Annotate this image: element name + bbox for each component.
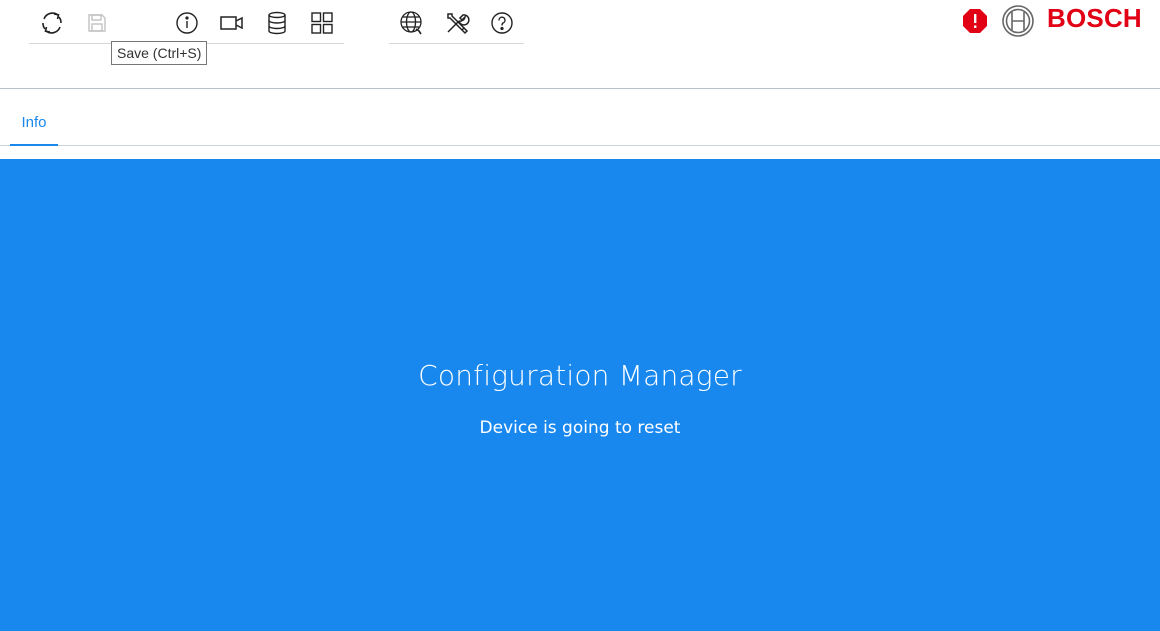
reload-button[interactable] <box>36 7 68 39</box>
page-title: Configuration Manager <box>418 359 742 392</box>
info-button[interactable] <box>171 7 203 39</box>
help-icon <box>491 12 513 34</box>
tab-info[interactable]: Info <box>10 101 58 146</box>
reload-icon <box>42 12 62 34</box>
video-camera-icon <box>220 16 243 30</box>
save-button[interactable] <box>81 7 113 39</box>
tab-bar: Info <box>0 101 1160 146</box>
alert-icon[interactable] <box>962 8 988 34</box>
database-button[interactable] <box>261 7 293 39</box>
save-icon <box>88 14 106 32</box>
grid-view-icon <box>311 12 333 34</box>
toolbar: Save (Ctrl+S) BOSCH <box>0 0 1160 89</box>
grid-view-button[interactable] <box>306 7 338 39</box>
bosch-logo: BOSCH <box>1047 3 1142 33</box>
info-icon <box>176 12 198 34</box>
video-button[interactable] <box>216 7 248 39</box>
toolbar-group-system <box>389 0 524 44</box>
toolbar-group-main <box>29 0 344 44</box>
tools-button[interactable] <box>441 7 473 39</box>
brand-area: BOSCH <box>950 0 1160 43</box>
network-button[interactable] <box>396 7 428 39</box>
status-message: Device is going to reset <box>479 418 681 438</box>
main-panel: Configuration Manager Device is going to… <box>0 159 1160 631</box>
save-tooltip: Save (Ctrl+S) <box>111 41 208 65</box>
app-window: Save (Ctrl+S) BOSCH Info Configuration M… <box>0 0 1160 631</box>
database-icon <box>268 11 286 35</box>
bosch-armature-icon <box>1002 5 1034 37</box>
network-globe-icon <box>400 11 422 35</box>
help-button[interactable] <box>486 7 518 39</box>
tools-icon <box>447 13 470 35</box>
